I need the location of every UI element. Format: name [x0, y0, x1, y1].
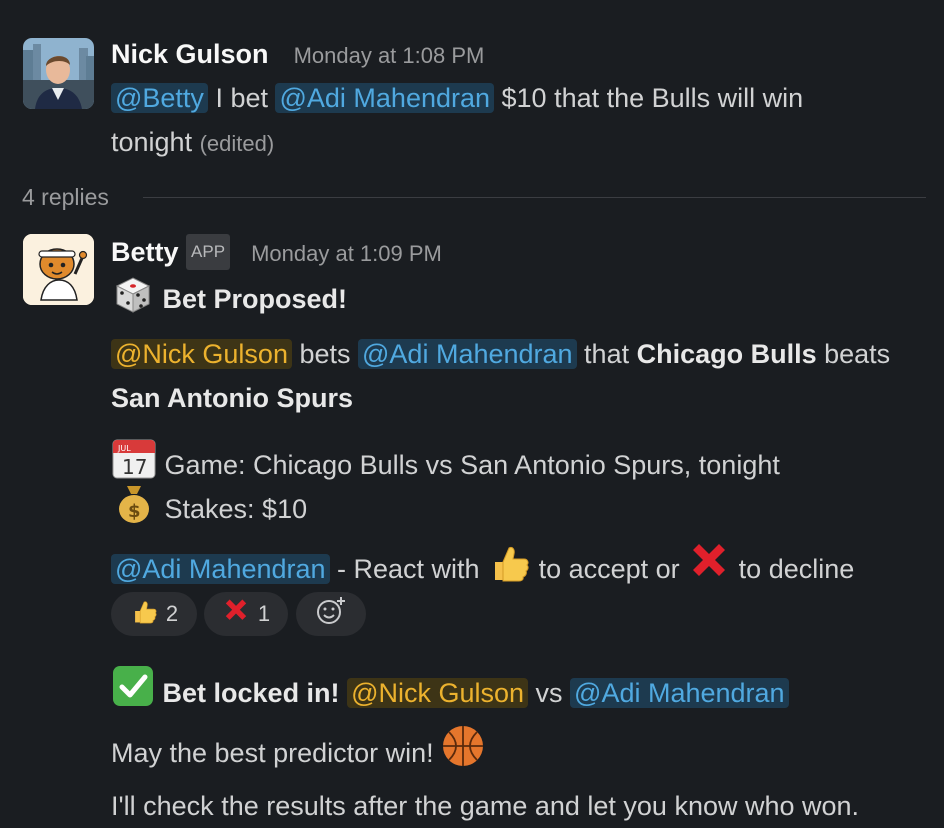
mention-nick[interactable]: @Nick Gulson [347, 678, 529, 708]
dice-icon [111, 274, 155, 325]
author-name[interactable]: Betty [111, 237, 179, 267]
mention-adi[interactable]: @Adi Mahendran [358, 339, 577, 369]
locked-line: Bet locked in! @Nick Gulson vs @Adi Mahe… [111, 664, 789, 721]
bet-line-2: San Antonio Spurs [111, 383, 353, 413]
basketball-icon [441, 724, 485, 781]
svg-text:JUL: JUL [117, 444, 131, 453]
money-bag-icon: $ [111, 480, 157, 537]
thumbs-up-icon [130, 597, 158, 631]
results-line: I'll check the results after the game an… [111, 791, 860, 821]
edited-label: (edited) [199, 131, 275, 156]
message-text-line-1: @Betty I bet @Adi Mahendran $10 that the… [111, 80, 803, 116]
reaction-count: 1 [257, 601, 271, 626]
mention-nick[interactable]: @Nick Gulson [111, 339, 292, 369]
reaction-red-x[interactable]: 1 [204, 592, 288, 636]
app-badge: APP [186, 234, 231, 270]
avatar-betty[interactable] [23, 234, 94, 305]
check-mark-icon [111, 664, 155, 721]
mention-betty[interactable]: @Betty [111, 83, 208, 113]
red-x-icon [687, 540, 731, 597]
thumbs-up-icon [487, 540, 531, 597]
react-instructions: @Adi Mahendran - React with to accept or… [111, 540, 854, 597]
mention-adi[interactable]: @Adi Mahendran [275, 83, 495, 113]
betty-mascot-icon [23, 234, 94, 305]
red-x-icon [222, 597, 250, 631]
mention-adi[interactable]: @Adi Mahendran [570, 678, 789, 708]
add-reaction-button[interactable] [296, 592, 366, 636]
message-text-line-2: tonight (edited) [111, 127, 275, 157]
luck-line: May the best predictor win! [111, 724, 485, 781]
add-emoji-icon [315, 595, 347, 633]
timestamp[interactable]: Monday at 1:08 PM [294, 43, 485, 68]
bet-line-1: @Nick Gulson bets @Adi Mahendran that Ch… [111, 334, 890, 374]
svg-text:17: 17 [122, 455, 147, 479]
replies-count[interactable]: 4 replies [22, 184, 109, 210]
svg-text:$: $ [128, 501, 141, 522]
reaction-thumbs-up[interactable]: 2 [111, 592, 197, 636]
timestamp[interactable]: Monday at 1:09 PM [251, 241, 442, 266]
author-name[interactable]: Nick Gulson [111, 39, 269, 69]
thread-divider [143, 197, 926, 198]
avatar-nick[interactable] [23, 38, 94, 109]
thread-replies[interactable]: 4 replies [22, 182, 109, 212]
bet-proposed-heading: Bet Proposed! [111, 274, 347, 325]
mention-adi[interactable]: @Adi Mahendran [111, 554, 330, 584]
reaction-count: 2 [165, 601, 179, 626]
stakes-line: $ Stakes: $10 [111, 480, 307, 537]
person-photo-icon [23, 38, 94, 109]
